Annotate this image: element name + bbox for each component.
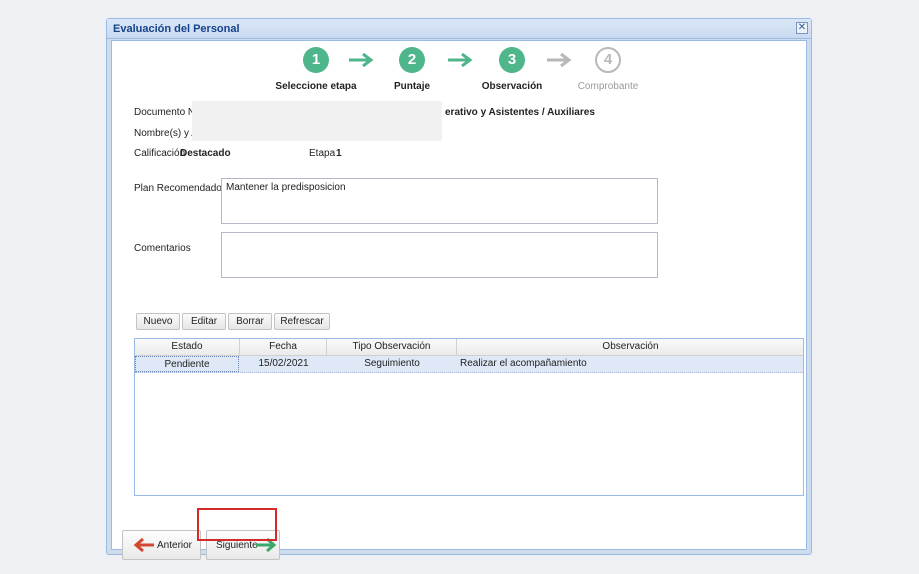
close-icon[interactable]: ✕ [796,22,808,34]
step-4: 4 Comprobante [548,47,668,92]
column-fecha[interactable]: Fecha [240,339,327,356]
siguiente-highlight-box [197,508,277,541]
observations-grid: Estado Fecha Tipo Observación Observació… [134,338,804,496]
etapa-label: Etapa [309,148,336,159]
cell-estado: Pendiente [135,356,239,372]
editar-button[interactable]: Editar [182,313,226,330]
anterior-button[interactable]: Anterior [122,530,201,560]
evaluation-window: Evaluación del Personal ✕ 1 Seleccione e… [106,18,812,560]
borrar-button[interactable]: Borrar [228,313,272,330]
table-row[interactable]: Pendiente 15/02/2021 Seguimiento Realiza… [135,356,803,373]
comentarios-input[interactable] [221,232,658,278]
step-4-circle: 4 [595,47,621,73]
window-body: 1 Seleccione etapa 2 Puntaje 3 Observaci… [111,40,807,560]
redacted-personal-data [192,101,442,141]
calificacion-label: Calificación [134,148,186,159]
documento-label: Documento N° [134,107,200,118]
step-3-circle: 3 [499,47,525,73]
grid-toolbar: Nuevo Editar Borrar Refrescar [136,313,436,330]
column-estado[interactable]: Estado [135,339,240,356]
grid-header: Estado Fecha Tipo Observación Observació… [135,339,803,356]
cell-observacion: Realizar el acompañamiento [460,358,587,369]
plan-recomendado-input[interactable]: Mantener la predisposicion [221,178,658,224]
comentarios-label: Comentarios [134,243,191,254]
window-header: Evaluación del Personal ✕ [107,19,811,39]
anterior-label: Anterior [157,540,193,551]
calificacion-value: Destacado [180,148,231,159]
position-text: erativo y Asistentes / Auxiliares [445,107,595,118]
column-tipo-observacion[interactable]: Tipo Observación [327,339,457,356]
arrow-left-icon [133,537,154,553]
siguiente-label: Siguiente [216,540,258,551]
cell-fecha: 15/02/2021 [258,358,309,369]
step-1-circle: 1 [303,47,329,73]
step-4-label: Comprobante [577,81,639,92]
etapa-value: 1 [336,148,342,159]
nuevo-button[interactable]: Nuevo [136,313,180,330]
window-title: Evaluación del Personal [113,23,240,35]
cell-tipo: Seguimiento [364,358,420,369]
plan-recomendado-label: Plan Recomendado [134,183,222,194]
refrescar-button[interactable]: Refrescar [274,313,330,330]
column-observacion[interactable]: Observación [457,339,804,356]
step-2-circle: 2 [399,47,425,73]
